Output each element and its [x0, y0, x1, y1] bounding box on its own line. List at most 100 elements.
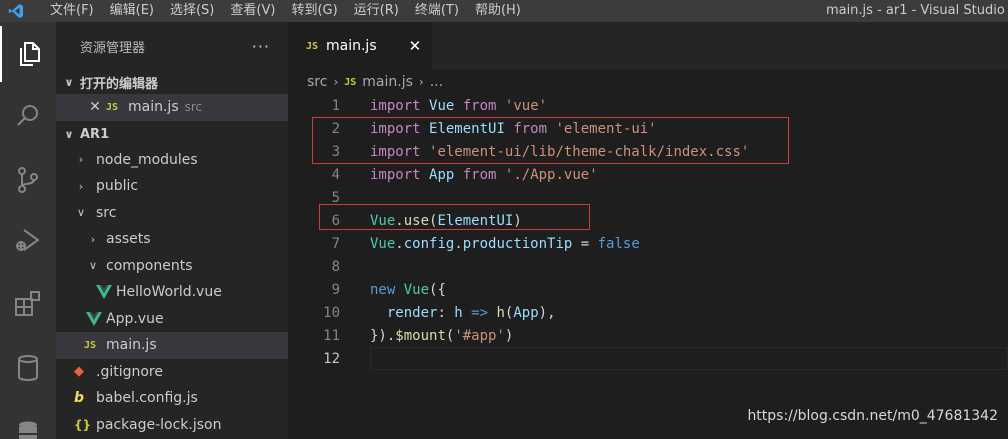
open-editor-item[interactable]: ✕ JS main.js src [56, 94, 288, 121]
code-line[interactable]: 9 new Vue({ [288, 278, 1008, 301]
line-number: 9 [331, 281, 340, 298]
json-file-icon: {} [74, 417, 92, 432]
explorer-sidebar: 资源管理器 ··· ∨ 打开的编辑器 ✕ JS main.js src ∨ AR… [56, 22, 288, 439]
code-editor[interactable]: 1 import Vue from 'vue' 2 import ElementUI … [288, 94, 1008, 439]
chevron-right-icon: › [90, 232, 96, 246]
code-line[interactable]: 11 }).$mount('#app') [288, 324, 1008, 347]
tree-item-app-vue[interactable]: App.vue [56, 306, 288, 333]
more-actions-icon[interactable]: ··· [252, 37, 270, 56]
menu-bar: 文件(F) 编辑(E) 选择(S) 查看(V) 转到(G) 运行(R) 终端(T… [32, 0, 529, 22]
database-icon[interactable] [0, 340, 56, 396]
title-bar: 文件(F) 编辑(E) 选择(S) 查看(V) 转到(G) 运行(R) 终端(T… [0, 0, 1008, 22]
close-icon[interactable]: ✕ [84, 99, 106, 115]
annotation-box-vue-use [319, 204, 590, 230]
tree-item-gitignore[interactable]: ◆ .gitignore [56, 359, 288, 386]
watermark: https://blog.csdn.net/m0_47681342 [747, 408, 998, 424]
menu-terminal[interactable]: 终端(T) [407, 0, 467, 22]
js-file-icon: JS [344, 76, 357, 88]
explorer-icon[interactable] [0, 26, 56, 82]
menu-file[interactable]: 文件(F) [32, 0, 102, 22]
vue-file-icon [96, 285, 112, 300]
annotation-box-import-elementui [312, 117, 789, 164]
code-text: new Vue({ [370, 281, 446, 298]
menu-view[interactable]: 查看(V) [222, 0, 283, 22]
chevron-down-icon: ∨ [76, 206, 86, 220]
chevron-right-icon: › [78, 153, 84, 167]
breadcrumb-symbols[interactable]: ... [430, 74, 443, 90]
tree-item-node-modules[interactable]: › node_modules [56, 147, 288, 174]
sidebar-header: 资源管理器 ··· [56, 22, 288, 70]
code-text: import App from './App.vue' [370, 166, 598, 183]
babel-file-icon: b [74, 390, 85, 407]
tree-item-label: App.vue [106, 310, 164, 327]
chevron-right-icon: › [78, 179, 84, 193]
breadcrumb-folder[interactable]: src [307, 74, 327, 90]
line-number: 8 [331, 258, 340, 275]
tree-item-assets[interactable]: › assets [56, 226, 288, 253]
tree-item-label: src [96, 204, 117, 221]
vscode-logo-icon [0, 0, 32, 22]
chevron-right-icon: › [418, 75, 424, 89]
tab-close-icon[interactable]: ✕ [409, 37, 422, 55]
chevron-right-icon: › [333, 75, 339, 89]
tree-item-public[interactable]: › public [56, 173, 288, 200]
open-editor-label: main.js [128, 99, 179, 116]
code-text: render: h => h(App), [386, 304, 556, 321]
code-line[interactable]: 1 import Vue from 'vue' [288, 94, 1008, 117]
editor-tab-bar: JS main.js ✕ [288, 22, 1008, 70]
tree-item-label: assets [106, 231, 151, 248]
line-number: 12 [323, 350, 340, 367]
line-number: 10 [323, 304, 340, 321]
code-text: import Vue from 'vue' [370, 97, 548, 114]
open-editor-description: src [184, 100, 203, 115]
extensions-icon[interactable] [0, 276, 56, 332]
code-line[interactable]: 8 [288, 255, 1008, 278]
vue-file-icon [86, 311, 102, 326]
menu-go[interactable]: 转到(G) [283, 0, 345, 22]
tree-item-components[interactable]: ∨ components [56, 253, 288, 280]
code-line[interactable]: 7 Vue.config.productionTip = false [288, 232, 1008, 255]
tree-item-label: public [96, 178, 139, 195]
search-icon[interactable] [0, 88, 56, 144]
js-file-icon: JS [84, 339, 97, 351]
code-text: }).$mount('#app') [370, 327, 514, 344]
chevron-down-icon: ∨ [64, 75, 74, 89]
menu-run[interactable]: 运行(R) [346, 0, 407, 22]
chevron-down-icon: ∨ [64, 128, 74, 141]
source-control-icon[interactable] [0, 152, 56, 208]
git-file-icon: ◆ [74, 364, 84, 380]
database-stack-icon[interactable] [0, 402, 56, 439]
code-line[interactable]: 10 render: h => h(App), [288, 301, 1008, 324]
code-line[interactable]: 4 import App from './App.vue' [288, 163, 1008, 186]
open-editors-title: 打开的编辑器 [80, 76, 159, 92]
tree-item-babel-config[interactable]: b babel.config.js [56, 385, 288, 412]
tree-item-label: main.js [106, 337, 157, 354]
tree-item-label: node_modules [96, 151, 198, 168]
breadcrumb-file[interactable]: main.js [362, 74, 413, 90]
tab-main-js[interactable]: JS main.js ✕ [288, 22, 432, 70]
project-title: AR1 [80, 127, 110, 142]
tree-item-package-lock[interactable]: {} package-lock.json [56, 412, 288, 439]
project-section[interactable]: ∨ AR1 [56, 123, 288, 147]
menu-selection[interactable]: 选择(S) [162, 0, 222, 22]
tree-item-label: package-lock.json [96, 416, 222, 433]
run-debug-icon[interactable] [0, 212, 56, 268]
menu-edit[interactable]: 编辑(E) [102, 0, 162, 22]
line-number: 11 [323, 327, 340, 344]
sidebar-title: 资源管理器 [80, 40, 146, 56]
window-title: main.js - ar1 - Visual Studio C [825, 3, 1008, 18]
tree-item-main-js[interactable]: JS main.js [56, 332, 288, 359]
tree-item-src[interactable]: ∨ src [56, 200, 288, 227]
activity-bar [0, 22, 56, 439]
breadcrumb: src › JS main.js › ... [307, 70, 443, 94]
line-number: 4 [331, 166, 340, 183]
open-editors-section[interactable]: ∨ 打开的编辑器 [56, 70, 288, 94]
code-text: Vue.config.productionTip = false [370, 235, 640, 252]
js-file-icon: JS [106, 101, 119, 113]
tree-item-helloworld[interactable]: HelloWorld.vue [56, 279, 288, 306]
line-number: 7 [331, 235, 340, 252]
code-line[interactable]: 12 [288, 347, 1008, 370]
chevron-down-icon: ∨ [88, 259, 98, 273]
menu-help[interactable]: 帮助(H) [467, 0, 529, 22]
line-number: 1 [331, 97, 340, 114]
